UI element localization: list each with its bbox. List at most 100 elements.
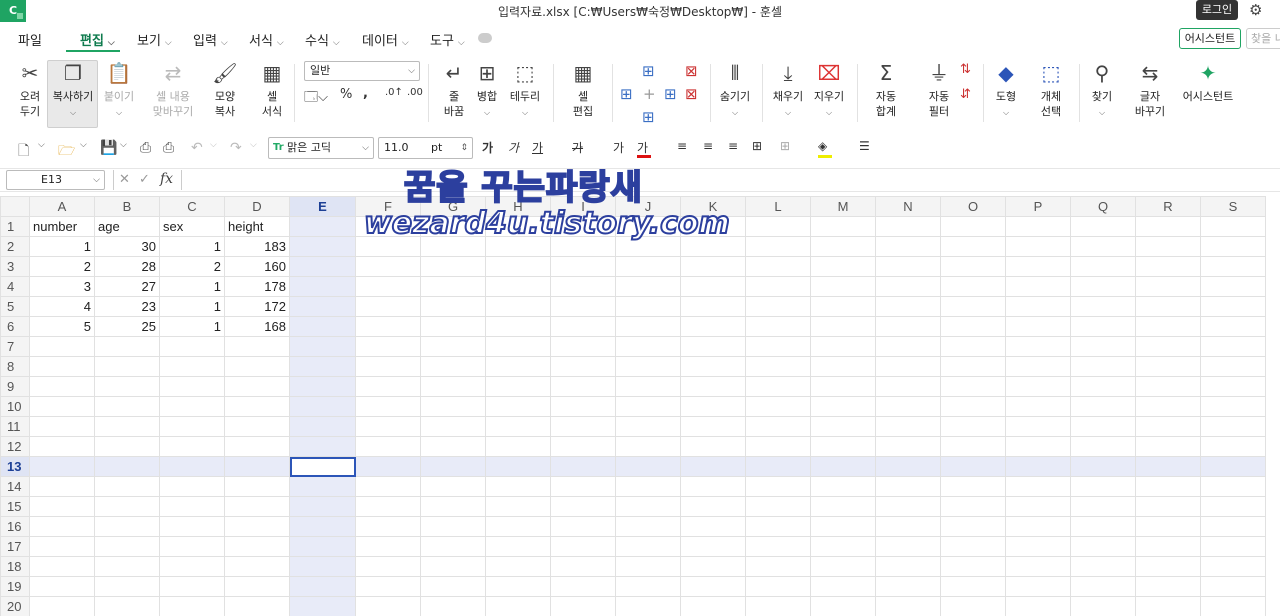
cell[interactable] bbox=[355, 416, 421, 437]
wrap-text-button[interactable]: ↵ 줄 바꿈 bbox=[437, 60, 471, 119]
cell[interactable] bbox=[420, 476, 486, 497]
cell[interactable]: 172 bbox=[224, 296, 290, 317]
select-all-corner[interactable] bbox=[0, 196, 30, 217]
cell[interactable] bbox=[159, 436, 225, 457]
cell[interactable] bbox=[875, 316, 941, 337]
cell[interactable] bbox=[485, 436, 551, 457]
cell[interactable] bbox=[159, 576, 225, 597]
cell[interactable] bbox=[680, 336, 746, 357]
cell[interactable] bbox=[615, 516, 681, 537]
cell[interactable] bbox=[1135, 396, 1201, 417]
cell[interactable] bbox=[550, 356, 616, 377]
cell[interactable] bbox=[485, 276, 551, 297]
cell[interactable] bbox=[159, 376, 225, 397]
cancel-icon[interactable]: ✕ bbox=[119, 172, 130, 187]
cell[interactable] bbox=[29, 376, 95, 397]
cell[interactable] bbox=[94, 576, 160, 597]
cell[interactable] bbox=[355, 576, 421, 597]
cell[interactable] bbox=[485, 416, 551, 437]
cell[interactable] bbox=[680, 436, 746, 457]
cell[interactable] bbox=[550, 316, 616, 337]
cell[interactable] bbox=[289, 396, 356, 417]
fill-button[interactable]: ⤓ 채우기 ⌵ bbox=[769, 60, 807, 120]
cell[interactable] bbox=[680, 256, 746, 277]
spreadsheet-grid[interactable]: A B C D E F G H I J K L M N O P Q R S 1 number age sex height 2 1… bbox=[0, 196, 1280, 616]
menu-edit[interactable]: 편집 ⌵ bbox=[80, 30, 115, 49]
cell[interactable] bbox=[1135, 236, 1201, 257]
cell[interactable] bbox=[1005, 456, 1071, 477]
confirm-icon[interactable]: ✓ bbox=[139, 172, 150, 187]
cell[interactable] bbox=[810, 596, 876, 616]
cell[interactable] bbox=[1070, 296, 1136, 317]
save-icon[interactable]: 💾 bbox=[100, 140, 117, 156]
chevron-down-icon[interactable]: ⌵ bbox=[250, 140, 257, 150]
column-header[interactable]: M bbox=[810, 196, 876, 217]
cell[interactable] bbox=[1005, 556, 1071, 577]
cell[interactable] bbox=[745, 416, 811, 437]
cell[interactable]: 1 bbox=[159, 236, 225, 257]
cell[interactable] bbox=[745, 236, 811, 257]
cell[interactable] bbox=[1200, 456, 1266, 477]
cell[interactable] bbox=[940, 396, 1006, 417]
cell[interactable] bbox=[289, 536, 356, 557]
cell[interactable] bbox=[159, 396, 225, 417]
column-header[interactable]: D bbox=[224, 196, 290, 217]
cell[interactable] bbox=[680, 416, 746, 437]
cell[interactable] bbox=[1005, 336, 1071, 357]
cell[interactable] bbox=[355, 256, 421, 277]
cell[interactable] bbox=[875, 296, 941, 317]
cell[interactable] bbox=[745, 536, 811, 557]
autosum-button[interactable]: Σ 자동 합계 bbox=[866, 60, 906, 119]
row-header[interactable]: 7 bbox=[0, 336, 30, 357]
paste-button[interactable]: 📋 붙이기 ⌵ bbox=[102, 60, 136, 120]
cell[interactable] bbox=[1005, 216, 1071, 237]
cell[interactable] bbox=[159, 596, 225, 616]
cell[interactable]: 2 bbox=[29, 256, 95, 277]
cell[interactable] bbox=[1070, 576, 1136, 597]
cell[interactable] bbox=[745, 556, 811, 577]
cell[interactable] bbox=[745, 336, 811, 357]
cell[interactable] bbox=[485, 336, 551, 357]
cell[interactable] bbox=[940, 436, 1006, 457]
cell[interactable] bbox=[289, 256, 356, 277]
cell[interactable] bbox=[1135, 576, 1201, 597]
cell[interactable] bbox=[1135, 456, 1201, 477]
cell[interactable]: 5 bbox=[29, 316, 95, 337]
cell[interactable]: 27 bbox=[94, 276, 160, 297]
cell[interactable] bbox=[289, 516, 356, 537]
cell[interactable] bbox=[810, 556, 876, 577]
cell[interactable] bbox=[355, 556, 421, 577]
row-header[interactable]: 6 bbox=[0, 316, 30, 337]
cell[interactable] bbox=[810, 276, 876, 297]
cell[interactable] bbox=[29, 536, 95, 557]
column-header[interactable]: E bbox=[289, 196, 356, 217]
replace-button[interactable]: ⇆ 글자 바꾸기 bbox=[1128, 60, 1172, 119]
cell[interactable] bbox=[680, 536, 746, 557]
cell[interactable] bbox=[680, 576, 746, 597]
row-header[interactable]: 12 bbox=[0, 436, 30, 457]
cell[interactable] bbox=[355, 316, 421, 337]
cell[interactable] bbox=[875, 256, 941, 277]
currency-format-icon[interactable]: 🗔⌵ bbox=[304, 88, 328, 110]
cell[interactable] bbox=[1135, 516, 1201, 537]
cell[interactable] bbox=[940, 576, 1006, 597]
cell[interactable] bbox=[680, 276, 746, 297]
cell[interactable] bbox=[485, 296, 551, 317]
cell[interactable] bbox=[810, 476, 876, 497]
strikethrough-button[interactable]: 가 bbox=[572, 139, 583, 156]
font-family-select[interactable]: Tr 맑은 고딕 ⌵ bbox=[268, 137, 374, 159]
cell[interactable] bbox=[1005, 596, 1071, 616]
cell[interactable] bbox=[224, 496, 290, 517]
cell[interactable] bbox=[1135, 216, 1201, 237]
cell[interactable] bbox=[420, 556, 486, 577]
row-header[interactable]: 20 bbox=[0, 596, 30, 616]
cell[interactable] bbox=[94, 436, 160, 457]
row-header[interactable]: 17 bbox=[0, 536, 30, 557]
cell[interactable] bbox=[615, 576, 681, 597]
cell[interactable] bbox=[94, 416, 160, 437]
cell[interactable] bbox=[485, 456, 551, 477]
cell[interactable] bbox=[745, 316, 811, 337]
cell[interactable] bbox=[1005, 516, 1071, 537]
cell[interactable] bbox=[680, 596, 746, 616]
cell[interactable] bbox=[1070, 216, 1136, 237]
